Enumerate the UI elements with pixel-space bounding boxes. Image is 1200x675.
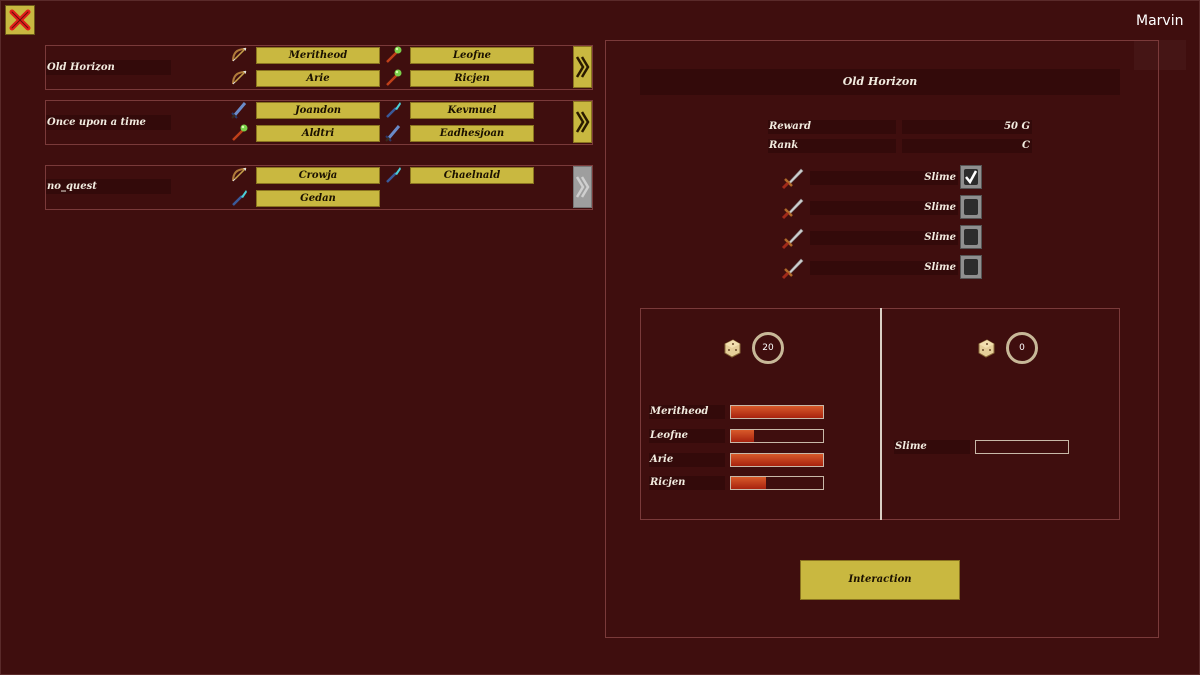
- hp-bar: [730, 405, 824, 419]
- bow-icon: [229, 68, 249, 88]
- member-button[interactable]: Joandon: [256, 102, 380, 119]
- member-button[interactable]: Crowja: [256, 167, 380, 184]
- hp-bar: [730, 429, 824, 443]
- reward-label: Reward: [768, 120, 896, 134]
- go-button[interactable]: [573, 166, 592, 208]
- hp-label: Ricjen: [649, 476, 725, 490]
- target-name: Slime: [810, 201, 958, 215]
- member-button[interactable]: Leofne: [410, 47, 534, 64]
- member-button[interactable]: Kevmuel: [410, 102, 534, 119]
- member-button[interactable]: Gedan: [256, 190, 380, 207]
- target-name: Slime: [810, 171, 958, 185]
- wand-icon: [229, 188, 249, 208]
- hp-label: Slime: [894, 440, 970, 454]
- checkmark-icon: [965, 170, 978, 185]
- rank-value: C: [902, 139, 1032, 153]
- hp-label: Meritheod: [649, 405, 725, 419]
- reward-value: 50 G: [902, 120, 1032, 134]
- wand-icon: [383, 165, 403, 185]
- interaction-button[interactable]: Interaction: [800, 560, 960, 600]
- member-button[interactable]: Arie: [256, 70, 380, 87]
- enemy-power-ring: 0: [1006, 332, 1038, 364]
- hp-bar: [975, 440, 1069, 454]
- die-icon: [724, 339, 741, 358]
- sword-icon: [779, 166, 805, 192]
- detail-title: Old Horizon: [640, 69, 1120, 95]
- go-button[interactable]: [573, 46, 592, 88]
- member-button[interactable]: Aldtri: [256, 125, 380, 142]
- die-icon: [978, 339, 995, 358]
- staff-icon: [229, 123, 249, 143]
- sword-icon: [779, 256, 805, 282]
- double-chevron-icon: [575, 176, 590, 198]
- wand-icon: [383, 100, 403, 120]
- double-chevron-icon: [575, 111, 590, 133]
- hp-fill: [731, 477, 766, 489]
- player-name: Marvin: [1136, 13, 1184, 29]
- quest-title: no_quest: [46, 179, 171, 194]
- hp-bar: [730, 453, 824, 467]
- quest-row[interactable]: no_quest Crowja Chaelnald Gedan: [45, 165, 593, 210]
- hp-fill: [731, 430, 754, 442]
- quest-title: Old Horizon: [46, 60, 171, 75]
- target-checkbox[interactable]: [960, 195, 982, 219]
- hp-label: Arie: [649, 453, 725, 467]
- close-button[interactable]: [5, 5, 35, 35]
- target-checkbox[interactable]: [960, 255, 982, 279]
- close-icon: [9, 9, 31, 31]
- staff-icon: [383, 68, 403, 88]
- member-button[interactable]: Meritheod: [256, 47, 380, 64]
- member-button[interactable]: Chaelnald: [410, 167, 534, 184]
- rank-label: Rank: [768, 139, 896, 153]
- staff-icon: [383, 45, 403, 65]
- dagger-icon: [383, 123, 403, 143]
- quest-row[interactable]: Old Horizon Meritheod Leofne Arie Ricjen: [45, 45, 593, 90]
- hp-bar: [730, 476, 824, 490]
- bow-icon: [229, 165, 249, 185]
- sword-icon: [779, 226, 805, 252]
- hp-label: Leofne: [649, 429, 725, 443]
- member-button[interactable]: Ricjen: [410, 70, 534, 87]
- dagger-icon: [229, 100, 249, 120]
- quest-row[interactable]: Once upon a time Joandon Kevmuel Aldtri Eadh…: [45, 100, 593, 145]
- battle-divider: [880, 308, 882, 520]
- hp-fill: [731, 454, 823, 466]
- hp-fill: [731, 406, 823, 418]
- target-checkbox[interactable]: [960, 165, 982, 189]
- target-checkbox[interactable]: [960, 225, 982, 249]
- go-button[interactable]: [573, 101, 592, 143]
- member-button[interactable]: Eadhesjoan: [410, 125, 534, 142]
- double-chevron-icon: [575, 56, 590, 78]
- bow-icon: [229, 45, 249, 65]
- target-name: Slime: [810, 231, 958, 245]
- target-name: Slime: [810, 261, 958, 275]
- sword-icon: [779, 196, 805, 222]
- party-power-ring: 20: [752, 332, 784, 364]
- quest-title: Once upon a time: [46, 115, 171, 130]
